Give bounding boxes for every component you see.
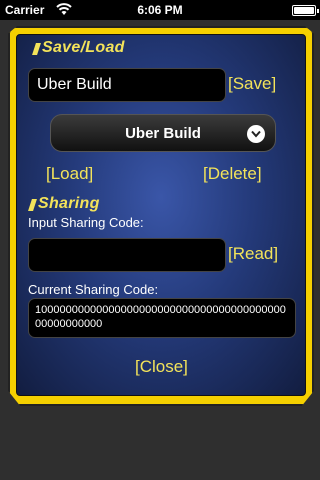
load-button[interactable]: [Load] [46, 164, 93, 184]
current-sharing-code[interactable]: 1000000000000000000000000000000000000000… [28, 298, 296, 338]
build-select[interactable]: Uber Build [50, 114, 276, 152]
clock: 6:06 PM [137, 3, 183, 17]
battery-icon [292, 5, 319, 16]
build-name-value: Uber Build [37, 76, 112, 93]
save-load-title: Save/Load [42, 39, 125, 56]
battery-fill [294, 7, 314, 14]
delete-button[interactable]: [Delete] [203, 164, 262, 184]
current-sharing-code-label: Current Sharing Code: [28, 282, 159, 297]
battery-nub [317, 9, 319, 13]
close-button[interactable]: [Close] [135, 357, 188, 377]
chevron-down-icon [247, 125, 265, 143]
build-select-value: Uber Build [125, 124, 201, 142]
read-button[interactable]: [Read] [228, 244, 278, 264]
save-button[interactable]: [Save] [228, 74, 276, 94]
status-bar: Carrier 6:06 PM [0, 0, 320, 20]
sharing-title: Sharing [38, 195, 100, 212]
sharing-code-input[interactable] [28, 238, 226, 272]
build-name-input[interactable]: Uber Build [28, 68, 226, 102]
input-sharing-code-label: Input Sharing Code: [28, 215, 144, 230]
